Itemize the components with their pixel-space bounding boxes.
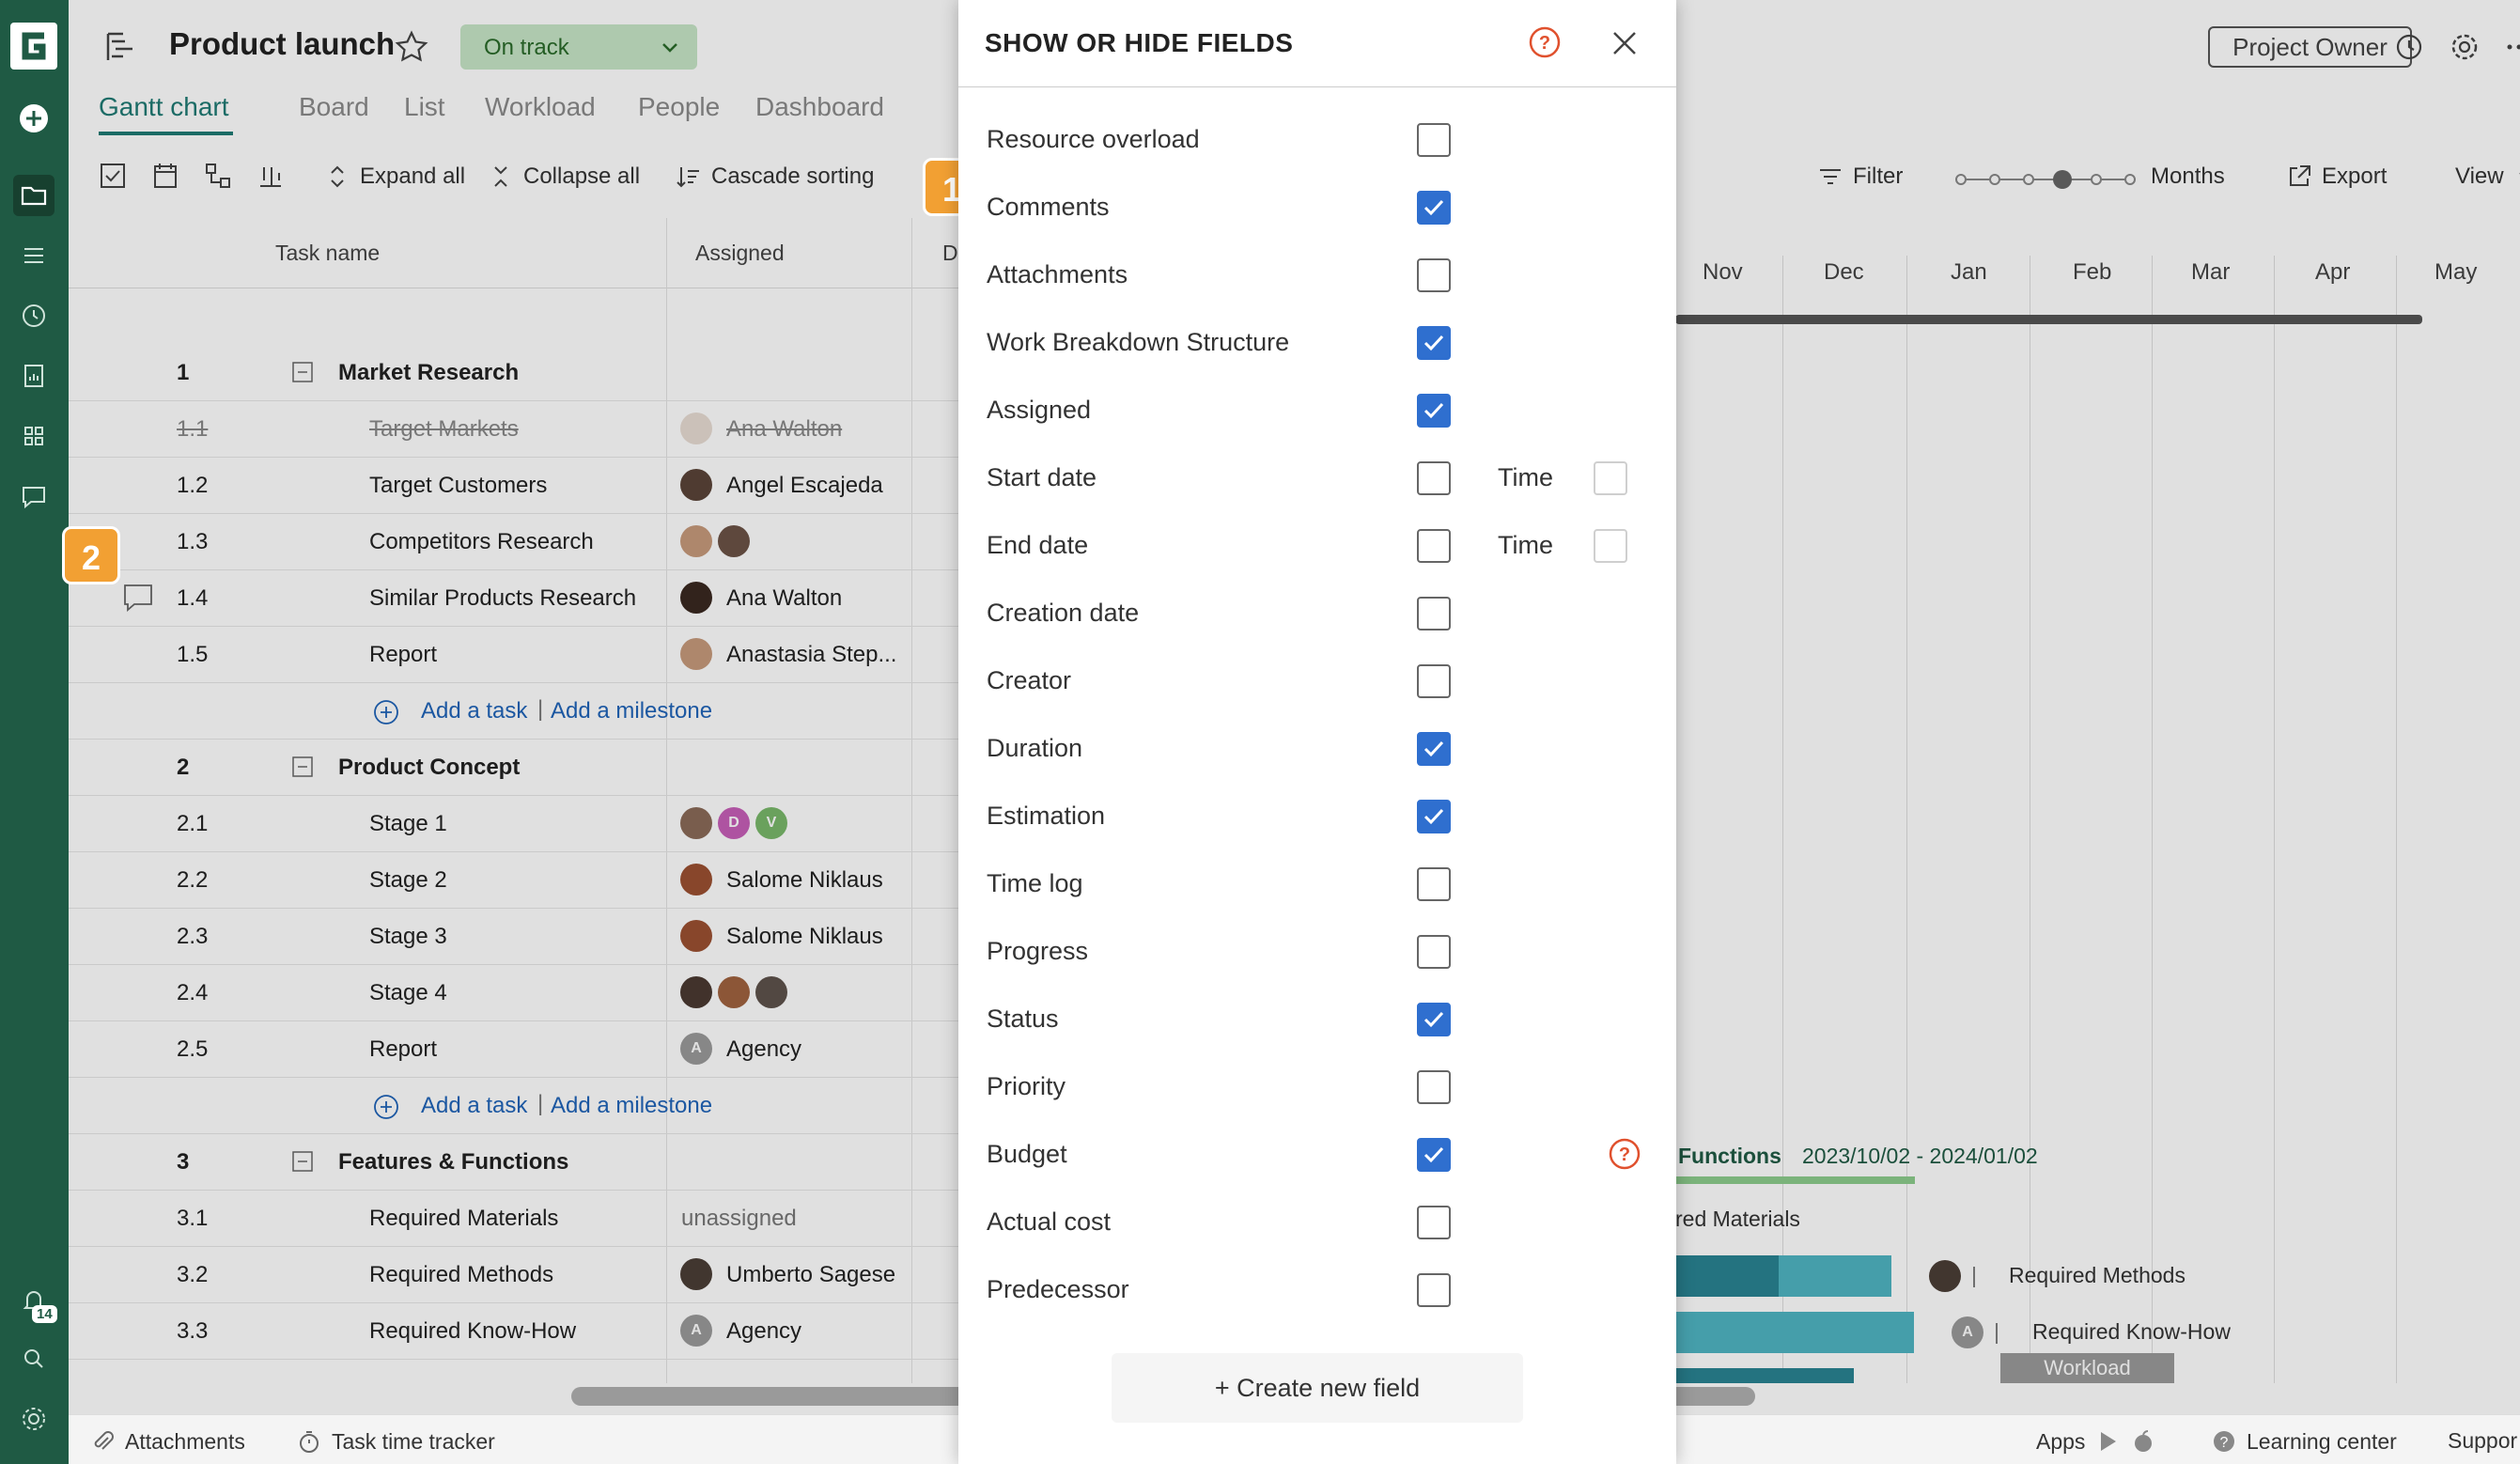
field-row: Duration (958, 715, 1676, 783)
left-sidebar: 14 (0, 0, 69, 1464)
svg-text:?: ? (1539, 33, 1550, 54)
close-icon[interactable] (1610, 28, 1640, 58)
field-row: Predecessor (958, 1256, 1676, 1324)
field-row: Progress (958, 918, 1676, 986)
notification-count-badge: 14 (32, 1305, 57, 1323)
field-checkbox[interactable] (1417, 867, 1451, 901)
field-checkbox[interactable] (1417, 935, 1451, 969)
time-tracker-label: Task time tracker (332, 1428, 495, 1454)
apps-label: Apps (2036, 1428, 2086, 1454)
field-checkbox[interactable] (1417, 461, 1451, 495)
learning-center-label: Learning center (2247, 1428, 2397, 1454)
field-row: End date Time (958, 512, 1676, 580)
field-checkbox[interactable] (1417, 664, 1451, 698)
field-row: Estimation (958, 783, 1676, 850)
field-row: Priority (958, 1053, 1676, 1121)
field-row: Creation date (958, 580, 1676, 647)
svg-text:?: ? (1619, 1145, 1630, 1165)
field-label: Creation date (987, 599, 1140, 627)
help-circle-icon: ? (2214, 1431, 2234, 1452)
help-icon[interactable]: ? (1527, 24, 1563, 60)
time-tracker-button[interactable]: Task time tracker (296, 1428, 495, 1455)
field-checkbox[interactable] (1417, 394, 1451, 428)
field-checkbox[interactable] (1417, 1003, 1451, 1036)
svg-text:?: ? (2220, 1435, 2229, 1451)
field-checkbox[interactable] (1417, 1070, 1451, 1104)
show-hide-fields-panel: SHOW OR HIDE FIELDS ? Resource overload C… (958, 0, 1676, 1464)
field-row: Actual cost (958, 1189, 1676, 1256)
apps-grid-icon[interactable] (13, 415, 54, 457)
time-label: Time (1498, 463, 1553, 491)
field-checkbox[interactable] (1417, 191, 1451, 225)
learning-center-button[interactable]: ? Learning center (2211, 1428, 2397, 1455)
field-row: Status (958, 986, 1676, 1053)
apps-button[interactable]: Apps (2036, 1428, 2156, 1455)
field-label: Status (987, 1005, 1059, 1033)
reports-icon[interactable] (13, 355, 54, 397)
create-new-field-button[interactable]: + Create new field (1112, 1353, 1523, 1423)
field-row: Time log (958, 850, 1676, 918)
attachments-button[interactable]: Attachments (89, 1428, 245, 1455)
field-row: Attachments (958, 241, 1676, 309)
stopwatch-icon (300, 1431, 319, 1453)
chat-icon[interactable] (13, 475, 54, 517)
support-button[interactable]: Suppor (2448, 1428, 2517, 1454)
time-checkbox[interactable] (1594, 529, 1627, 563)
field-checkbox[interactable] (1417, 529, 1451, 563)
field-checkbox[interactable] (1417, 326, 1451, 360)
field-label: Predecessor (987, 1275, 1129, 1303)
field-row: Resource overload (958, 106, 1676, 174)
field-checkbox[interactable] (1417, 1273, 1451, 1307)
search-icon[interactable] (13, 1338, 54, 1379)
add-new-icon[interactable] (13, 98, 54, 139)
field-label: Start date (987, 463, 1097, 491)
play-store-icon (2101, 1432, 2117, 1451)
field-checkbox[interactable] (1417, 732, 1451, 766)
projects-folder-icon[interactable] (13, 175, 54, 216)
field-checkbox[interactable] (1417, 597, 1451, 631)
field-row: Comments (958, 174, 1676, 241)
field-label: Priority (987, 1072, 1066, 1100)
field-row: Creator (958, 647, 1676, 715)
field-row: Assigned (958, 377, 1676, 444)
list-view-icon[interactable] (13, 235, 54, 276)
attachments-label: Attachments (125, 1428, 245, 1454)
field-label: Comments (987, 193, 1110, 221)
support-label: Suppor (2448, 1428, 2518, 1453)
time-clock-icon[interactable] (13, 295, 54, 336)
field-checkbox[interactable] (1417, 123, 1451, 157)
field-label: Resource overload (987, 125, 1200, 153)
field-checkbox[interactable] (1417, 258, 1451, 292)
settings-gear-icon[interactable] (13, 1398, 54, 1440)
apple-icon (2135, 1430, 2153, 1452)
field-label: Duration (987, 734, 1083, 762)
field-label: Progress (987, 937, 1089, 965)
help-icon[interactable]: ? (1607, 1136, 1642, 1172)
time-label: Time (1498, 531, 1553, 559)
field-checkbox[interactable] (1417, 800, 1451, 833)
field-checkbox[interactable] (1417, 1138, 1451, 1172)
app-logo-icon[interactable] (10, 23, 57, 70)
field-label: Budget (987, 1140, 1067, 1168)
field-label: Estimation (987, 802, 1106, 830)
field-label: Time log (987, 869, 1083, 897)
step-badge: 2 (62, 526, 120, 584)
panel-divider (958, 86, 1676, 87)
time-checkbox[interactable] (1594, 461, 1627, 495)
field-label: Assigned (987, 396, 1092, 424)
panel-title: SHOW OR HIDE FIELDS (985, 28, 1294, 57)
field-label: Attachments (987, 260, 1128, 288)
field-label: Actual cost (987, 1207, 1112, 1236)
field-label: Creator (987, 666, 1072, 694)
field-checkbox[interactable] (1417, 1206, 1451, 1239)
field-row: Budget? (958, 1121, 1676, 1189)
field-label: End date (987, 531, 1089, 559)
field-row: Work Breakdown Structure (958, 309, 1676, 377)
field-label: Work Breakdown Structure (987, 328, 1290, 356)
field-row: Start date Time (958, 444, 1676, 512)
paperclip-icon (94, 1431, 114, 1450)
